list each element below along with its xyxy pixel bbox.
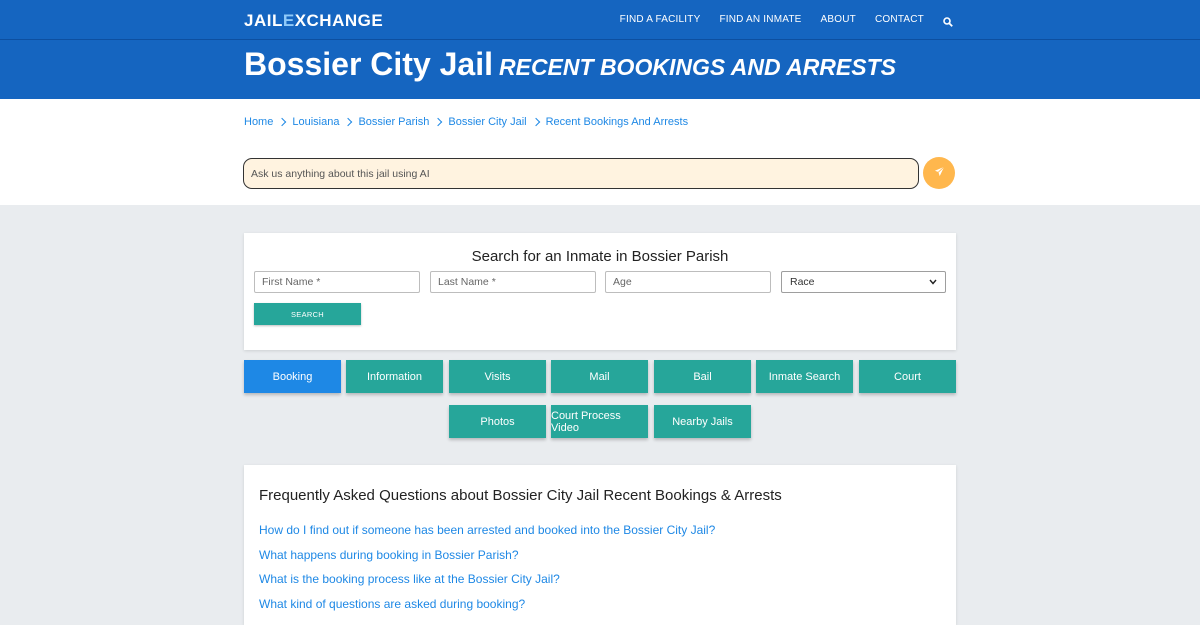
header-divider bbox=[0, 39, 1200, 40]
tab-mail[interactable]: Mail bbox=[551, 360, 648, 393]
ai-question-input[interactable] bbox=[243, 158, 919, 189]
faq-question[interactable]: What is the booking process like at the … bbox=[259, 572, 560, 586]
tab-visits[interactable]: Visits bbox=[449, 360, 546, 393]
breadcrumb-section bbox=[0, 99, 1200, 205]
page-title: Bossier City Jail RECENT BOOKINGS AND ARR… bbox=[244, 46, 896, 83]
tab-court-process-video[interactable]: Court Process Video bbox=[551, 405, 648, 438]
breadcrumb-recent-bookings[interactable]: Recent Bookings And Arrests bbox=[546, 116, 688, 128]
paper-plane-icon bbox=[934, 164, 945, 182]
breadcrumb-bossier-parish[interactable]: Bossier Parish bbox=[358, 116, 429, 128]
breadcrumb: Home Louisiana Bossier Parish Bossier Ci… bbox=[244, 116, 688, 128]
faq-card: Frequently Asked Questions about Bossier… bbox=[244, 465, 956, 625]
chevron-down-icon bbox=[929, 276, 937, 288]
tab-photos[interactable]: Photos bbox=[449, 405, 546, 438]
faq-question[interactable]: What kind of questions are asked during … bbox=[259, 597, 525, 611]
search-card-title: Search for an Inmate in Bossier Parish bbox=[471, 248, 729, 265]
tab-inmate-search[interactable]: Inmate Search bbox=[756, 360, 853, 393]
chevron-right-icon bbox=[434, 117, 443, 127]
tab-court[interactable]: Court bbox=[859, 360, 956, 393]
ai-send-button[interactable] bbox=[923, 157, 955, 189]
race-select[interactable]: Race bbox=[781, 271, 946, 293]
faq-question[interactable]: How do I find out if someone has been ar… bbox=[259, 523, 715, 537]
page-title-main: Bossier City Jail bbox=[244, 46, 493, 82]
first-name-field[interactable] bbox=[254, 271, 420, 293]
race-select-value: Race bbox=[790, 276, 815, 288]
breadcrumb-home[interactable]: Home bbox=[244, 116, 273, 128]
main-nav: FIND A FACILITY FIND AN INMATE ABOUT CON… bbox=[601, 14, 953, 27]
breadcrumb-bossier-city-jail[interactable]: Bossier City Jail bbox=[448, 116, 526, 128]
tab-booking[interactable]: Booking bbox=[244, 360, 341, 393]
tab-information[interactable]: Information bbox=[346, 360, 443, 393]
site-header: JAILEXCHANGE FIND A FACILITY FIND AN INM… bbox=[0, 0, 1200, 99]
nav-contact[interactable]: CONTACT bbox=[875, 14, 924, 25]
faq-question[interactable]: What happens during booking in Bossier P… bbox=[259, 548, 519, 562]
age-field[interactable] bbox=[605, 271, 771, 293]
page-title-sub: RECENT BOOKINGS AND ARRESTS bbox=[499, 54, 896, 80]
tab-bail[interactable]: Bail bbox=[654, 360, 751, 393]
site-logo[interactable]: JAILEXCHANGE bbox=[244, 11, 383, 31]
chevron-right-icon bbox=[344, 117, 353, 127]
nav-find-inmate[interactable]: FIND AN INMATE bbox=[719, 14, 801, 25]
inmate-search-card: Search for an Inmate in Bossier Parish R… bbox=[244, 233, 956, 350]
chevron-right-icon bbox=[278, 117, 287, 127]
breadcrumb-louisiana[interactable]: Louisiana bbox=[292, 116, 339, 128]
nav-find-facility[interactable]: FIND A FACILITY bbox=[620, 14, 701, 25]
nav-about[interactable]: ABOUT bbox=[821, 14, 856, 25]
search-icon[interactable] bbox=[943, 14, 953, 27]
last-name-field[interactable] bbox=[430, 271, 596, 293]
search-button[interactable]: SEARCH bbox=[254, 303, 361, 325]
tab-nearby-jails[interactable]: Nearby Jails bbox=[654, 405, 751, 438]
faq-title: Frequently Asked Questions about Bossier… bbox=[259, 487, 782, 504]
chevron-right-icon bbox=[531, 117, 540, 127]
